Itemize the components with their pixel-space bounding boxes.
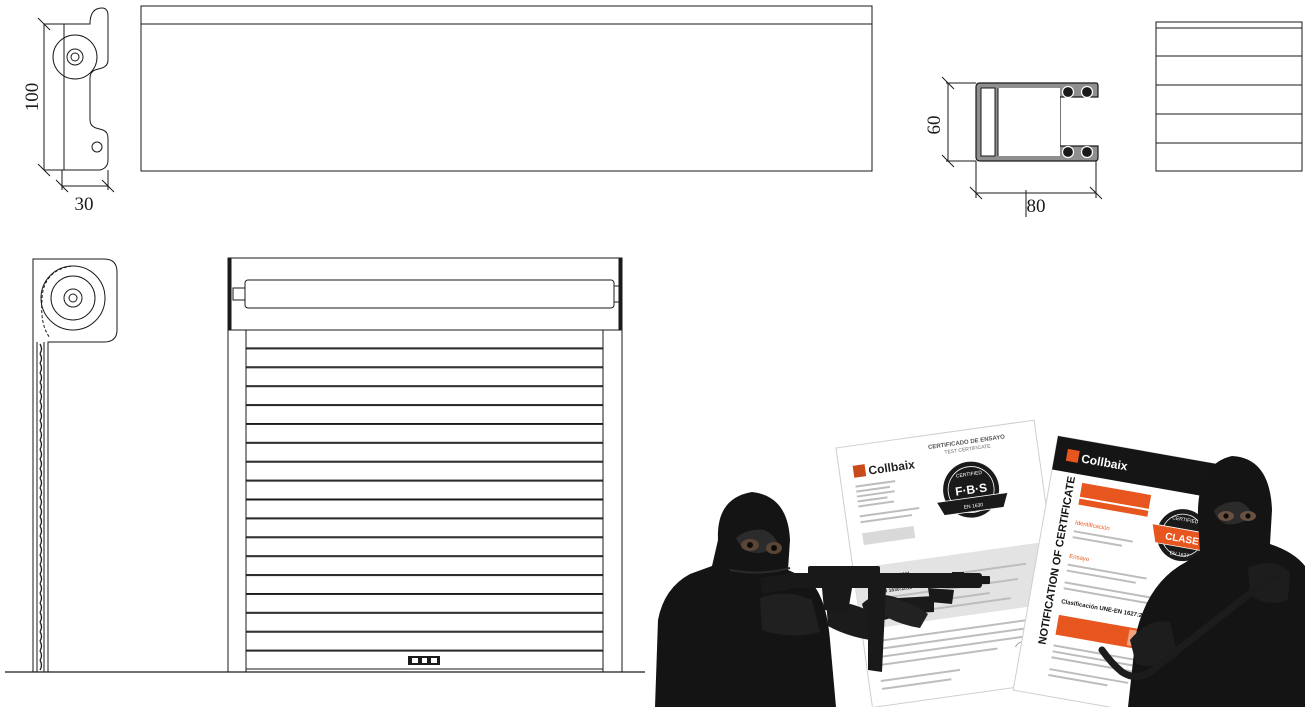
side-slat-chain <box>39 343 43 671</box>
guide-rail-inner-slot <box>980 87 996 157</box>
side-slat-link <box>39 545 43 556</box>
product-drawing-canvas: 100 30 60 80 Collbaix CERTIFICADO DE ENS… <box>5 5 1305 707</box>
roller-tube <box>244 279 615 309</box>
side-slat-link <box>39 564 43 575</box>
roller-drum-inner <box>50 275 96 321</box>
curtain-slat <box>245 329 604 349</box>
curtain-slat <box>245 367 604 387</box>
side-slat-link <box>39 401 43 412</box>
side-slat-link <box>39 621 43 633</box>
curtain-slat <box>245 386 604 406</box>
shutter-side-section <box>5 258 645 673</box>
side-slat-link <box>39 516 43 527</box>
side-slat-link <box>39 592 43 604</box>
side-slat-link <box>39 343 43 354</box>
side-slat-link <box>39 391 43 402</box>
curtain-slat <box>245 442 604 462</box>
side-slat-link <box>39 449 43 460</box>
side-slat-link <box>39 410 43 422</box>
side-slat-link <box>39 439 43 450</box>
slat-height-label: 100 <box>22 83 43 112</box>
side-slat-link <box>39 468 43 479</box>
side-slat-link <box>39 525 43 537</box>
side-slat-link <box>39 660 43 671</box>
guide-width-label: 80 <box>1027 196 1046 217</box>
lock-cylinder <box>408 656 440 665</box>
slat-depth-label: 30 <box>75 194 94 215</box>
side-slat-link <box>39 583 43 594</box>
side-slat-link <box>39 640 43 652</box>
shutter-header-box <box>227 257 623 331</box>
side-slat-link <box>39 487 43 498</box>
slat-hinge-mid <box>66 48 84 66</box>
side-slat-link <box>39 650 43 661</box>
curtain-slat <box>245 348 604 368</box>
curtain-slat <box>245 461 604 481</box>
side-slat-link <box>39 372 43 383</box>
side-slat-link <box>39 429 43 441</box>
curtain-slat <box>245 537 604 557</box>
side-slat-link <box>39 573 43 585</box>
side-slat-link <box>39 535 43 546</box>
slat-section-drawing <box>37 7 115 193</box>
curtain-slats <box>245 329 604 670</box>
curtain-slat <box>245 612 604 632</box>
slat-small-hole <box>91 141 103 153</box>
side-slat-link <box>39 612 43 623</box>
curtain-slat <box>245 499 604 519</box>
side-slat-link <box>39 631 43 642</box>
curtain-slat <box>245 575 604 594</box>
curtain-slat <box>245 405 604 425</box>
guide-height-label: 60 <box>924 116 945 135</box>
side-slat-link <box>39 477 43 489</box>
side-slat-link <box>39 458 43 470</box>
roller-box-outline <box>32 258 118 673</box>
side-slat-link <box>39 420 43 431</box>
curtain-slat <box>245 593 604 613</box>
side-slat-link <box>39 382 43 393</box>
guide-rail-profile <box>941 76 1103 217</box>
curtain-slat <box>245 556 604 576</box>
curtain-slat <box>245 480 604 500</box>
bottom-bar-stack <box>1155 21 1303 172</box>
side-slat-link <box>39 353 43 364</box>
side-slat-link <box>39 497 43 508</box>
side-slat-link <box>39 362 43 374</box>
slat-front-view <box>140 5 873 172</box>
curtain-slat <box>245 423 604 443</box>
side-slat-link <box>39 554 43 565</box>
side-slat-link <box>39 506 43 517</box>
slat-hinge-outer <box>52 34 98 80</box>
curtain-slat <box>245 518 604 538</box>
shutter-front-elevation <box>227 257 623 672</box>
side-slat-link <box>39 602 43 613</box>
curtain-slat <box>245 631 604 651</box>
slat-hinge-inner <box>70 52 80 62</box>
